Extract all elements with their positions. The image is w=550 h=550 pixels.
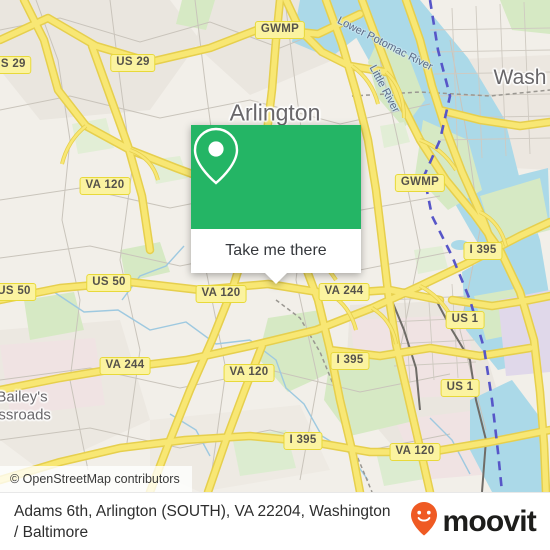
footer-bar: Adams 6th, Arlington (SOUTH), VA 22204, … [0,492,550,550]
road-shield[interactable]: VA 120 [389,443,441,461]
place-label: Bailey's [0,388,48,406]
road-shield[interactable]: US 1 [445,311,485,329]
road-shield[interactable]: US 1 [440,379,480,397]
popup-header [191,125,361,229]
location-popup[interactable]: Take me there [191,125,361,284]
road-shield[interactable]: VA 120 [223,364,275,382]
take-me-there-label: Take me there [225,242,327,259]
road-shield[interactable]: GWMP [394,174,446,192]
moovit-pin-smiley-icon [409,501,439,542]
place-label: rossroads [0,406,51,424]
moovit-map-screen: Lower Potomac River Little River Arlingt… [0,0,550,550]
road-shield[interactable]: VA 244 [318,283,370,301]
map-canvas[interactable]: Lower Potomac River Little River Arlingt… [0,0,550,492]
location-title: Adams 6th, Arlington (SOUTH), VA 22204, … [14,502,391,541]
place-label: Wash [493,66,547,89]
moovit-logo[interactable]: moovit [409,501,537,542]
popup-tail [265,273,287,284]
road-shield[interactable]: GWMP [254,21,306,39]
road-shield[interactable]: I 395 [330,352,370,370]
road-shield[interactable]: VA 120 [79,177,131,195]
road-shield[interactable]: US 50 [86,274,132,292]
road-shield[interactable]: US 29 [0,56,32,74]
place-label: Arlington [229,99,321,126]
road-shield[interactable]: VA 120 [195,285,247,303]
road-shield[interactable]: I 395 [463,242,503,260]
road-shield[interactable]: US 50 [0,283,37,301]
osm-attribution[interactable]: © OpenStreetMap contributors [0,466,192,492]
take-me-there-button[interactable]: Take me there [191,229,361,273]
road-shield[interactable]: VA 244 [99,357,151,375]
road-shield[interactable]: US 29 [110,54,156,72]
moovit-wordmark: moovit [442,504,536,538]
osm-attribution-text: © OpenStreetMap contributors [10,472,180,486]
road-shield[interactable]: I 395 [283,432,323,450]
